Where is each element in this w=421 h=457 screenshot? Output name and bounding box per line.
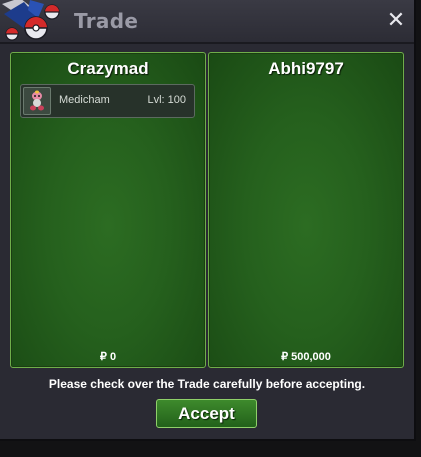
item-name: Medicham: [59, 94, 110, 106]
pokeball-logo-icon: [2, 0, 60, 41]
partner-money-offer: ₽ 500,000: [281, 351, 331, 363]
title-bar[interactable]: Trade ✕: [0, 0, 414, 44]
my-offer-panel: Crazymad Medicham Lvl: 100 ₽ 0: [10, 52, 206, 368]
accept-button[interactable]: Accept: [156, 399, 257, 428]
window-title: Trade: [74, 9, 139, 33]
medicham-sprite-icon: [23, 87, 51, 115]
partner-offer-panel: Abhi9797 ₽ 500,000: [208, 52, 404, 368]
my-money-offer: ₽ 0: [99, 351, 117, 363]
my-player-name: Crazymad: [67, 59, 149, 78]
close-icon[interactable]: ✕: [385, 10, 407, 32]
item-level: Lvl: 100: [147, 94, 186, 106]
partner-player-name: Abhi9797: [268, 59, 344, 78]
trade-window: Trade ✕ Crazymad Medicham Lvl: 100 ₽ 0 A…: [0, 0, 416, 441]
trade-notice: Please check over the Trade carefully be…: [48, 377, 366, 391]
trade-item-slot[interactable]: Medicham Lvl: 100: [20, 84, 195, 118]
